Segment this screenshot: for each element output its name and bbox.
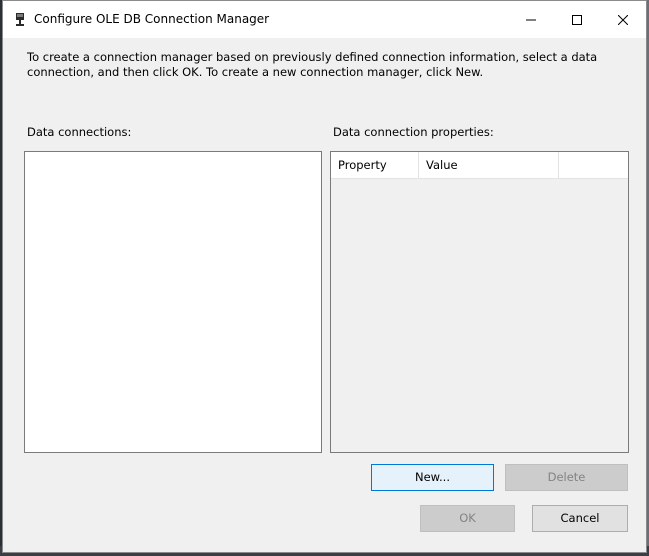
close-button[interactable] [600, 1, 646, 38]
window-title: Configure OLE DB Connection Manager [34, 12, 270, 26]
close-icon [617, 10, 629, 29]
column-header-empty[interactable] [559, 152, 628, 178]
ok-button[interactable]: OK [420, 505, 515, 532]
data-connection-properties-grid[interactable]: Property Value [330, 151, 629, 453]
column-header-value[interactable]: Value [419, 152, 559, 178]
connection-plug-icon [13, 12, 27, 28]
data-connections-label: Data connections: [27, 125, 132, 139]
title-bar[interactable]: Configure OLE DB Connection Manager [3, 1, 646, 38]
dialog-window: Configure OLE DB Connection Manager To c… [2, 0, 647, 553]
data-connections-list[interactable] [24, 151, 322, 453]
grid-header: Property Value [331, 152, 628, 179]
column-header-property[interactable]: Property [331, 152, 419, 178]
maximize-icon [572, 10, 582, 29]
minimize-icon [526, 10, 536, 29]
cancel-button[interactable]: Cancel [532, 505, 628, 532]
new-button[interactable]: New... [371, 464, 494, 491]
instructions-text: To create a connection manager based on … [27, 50, 598, 79]
maximize-button[interactable] [554, 1, 600, 38]
data-connection-properties-label: Data connection properties: [333, 125, 494, 139]
minimize-button[interactable] [508, 1, 554, 38]
delete-button[interactable]: Delete [505, 464, 628, 491]
